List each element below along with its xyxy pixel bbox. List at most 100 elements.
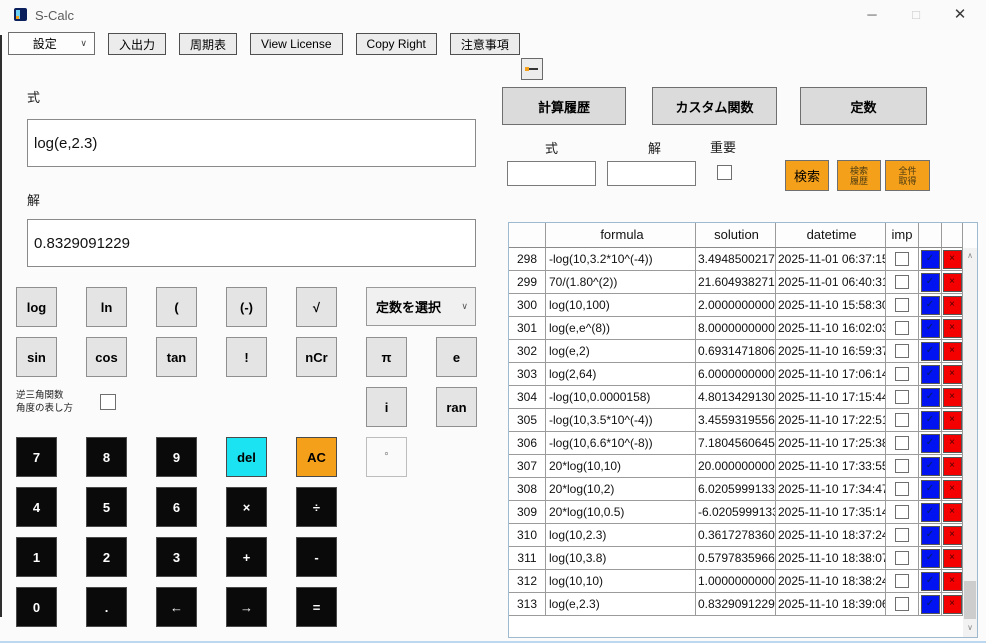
important-checkbox[interactable] [895, 298, 909, 312]
row-delete-button[interactable]: × [942, 571, 962, 591]
ran-button[interactable]: ran [436, 387, 477, 427]
important-checkbox[interactable] [895, 390, 909, 404]
row-delete-button[interactable]: × [942, 272, 962, 292]
row-check-button[interactable]: ✓ [920, 272, 940, 292]
row-check-button[interactable]: ✓ [920, 341, 940, 361]
search-important-checkbox[interactable] [717, 165, 732, 180]
key-0[interactable]: 0 [16, 587, 57, 627]
key-divide[interactable]: ÷ [296, 487, 337, 527]
key-plus[interactable]: + [226, 537, 267, 577]
row-delete-button[interactable]: × [942, 318, 962, 338]
row-delete-button[interactable]: × [942, 341, 962, 361]
key-6[interactable]: 6 [156, 487, 197, 527]
row-delete-button[interactable]: × [942, 433, 962, 453]
important-checkbox[interactable] [895, 574, 909, 588]
row-delete-button[interactable]: × [942, 525, 962, 545]
key-2[interactable]: 2 [86, 537, 127, 577]
key-dot[interactable]: . [86, 587, 127, 627]
key-equals[interactable]: = [296, 587, 337, 627]
important-checkbox[interactable] [895, 413, 909, 427]
important-checkbox[interactable] [895, 252, 909, 266]
row-check-button[interactable]: ✓ [920, 364, 940, 384]
key-8[interactable]: 8 [86, 437, 127, 477]
ln-button[interactable]: ln [86, 287, 127, 327]
minimize-icon[interactable]: ─ [856, 0, 888, 30]
key-1[interactable]: 1 [16, 537, 57, 577]
key-arrow-right[interactable]: → [226, 587, 267, 627]
important-checkbox[interactable] [895, 321, 909, 335]
row-check-button[interactable]: ✓ [920, 249, 940, 269]
cos-button[interactable]: cos [86, 337, 127, 377]
key-ac[interactable]: AC [296, 437, 337, 477]
formula-input[interactable]: log(e,2.3) [27, 119, 476, 167]
fetch-all-button[interactable]: 全件 取得 [885, 160, 930, 191]
key-multiply[interactable]: × [226, 487, 267, 527]
row-check-button[interactable]: ✓ [920, 433, 940, 453]
key-7[interactable]: 7 [16, 437, 57, 477]
row-check-button[interactable]: ✓ [920, 548, 940, 568]
key-9[interactable]: 9 [156, 437, 197, 477]
search-solution-input[interactable] [607, 161, 696, 186]
important-checkbox[interactable] [895, 275, 909, 289]
tab-constants[interactable]: 定数 [800, 87, 927, 125]
scroll-up-icon[interactable]: ∧ [963, 249, 977, 263]
search-button[interactable]: 検索 [785, 160, 829, 191]
close-icon[interactable]: ✕ [944, 0, 976, 30]
key-arrow-left[interactable]: ← [156, 587, 197, 627]
key-del[interactable]: del [226, 437, 267, 477]
periodic-table-button[interactable]: 周期表 [179, 33, 238, 55]
solution-output[interactable]: 0.8329091229 [27, 219, 476, 267]
important-checkbox[interactable] [895, 505, 909, 519]
row-delete-button[interactable]: × [942, 502, 962, 522]
key-3[interactable]: 3 [156, 537, 197, 577]
view-license-button[interactable]: View License [250, 33, 343, 55]
row-delete-button[interactable]: × [942, 249, 962, 269]
row-check-button[interactable]: ✓ [920, 295, 940, 315]
row-check-button[interactable]: ✓ [920, 318, 940, 338]
row-check-button[interactable]: ✓ [920, 456, 940, 476]
constant-select-dropdown[interactable]: 定数を選択 ∨ [366, 287, 476, 326]
vertical-scrollbar[interactable]: ∧ ∨ [963, 248, 977, 637]
pi-button[interactable]: π [366, 337, 407, 377]
row-delete-button[interactable]: × [942, 364, 962, 384]
paren-open-button[interactable]: ( [156, 287, 197, 327]
factorial-button[interactable]: ! [226, 337, 267, 377]
row-check-button[interactable]: ✓ [920, 525, 940, 545]
important-checkbox[interactable] [895, 482, 909, 496]
important-checkbox[interactable] [895, 436, 909, 450]
tab-custom-functions[interactable]: カスタム関数 [652, 87, 777, 125]
tan-button[interactable]: tan [156, 337, 197, 377]
key-4[interactable]: 4 [16, 487, 57, 527]
scroll-down-icon[interactable]: ∨ [963, 621, 977, 635]
row-check-button[interactable]: ✓ [920, 594, 940, 614]
row-check-button[interactable]: ✓ [920, 479, 940, 499]
degree-button[interactable]: ° [366, 437, 407, 477]
io-button[interactable]: 入出力 [108, 33, 167, 55]
log-button[interactable]: log [16, 287, 57, 327]
negate-button[interactable]: (-) [226, 287, 267, 327]
copy-right-button[interactable]: Copy Right [355, 33, 437, 55]
search-history-button[interactable]: 検索 履歴 [837, 160, 881, 191]
inverse-trig-checkbox[interactable] [100, 394, 116, 410]
row-delete-button[interactable]: × [942, 594, 962, 614]
sin-button[interactable]: sin [16, 337, 57, 377]
row-delete-button[interactable]: × [942, 548, 962, 568]
scrollbar-thumb[interactable] [964, 581, 976, 619]
row-delete-button[interactable]: × [942, 410, 962, 430]
important-checkbox[interactable] [895, 459, 909, 473]
key-5[interactable]: 5 [86, 487, 127, 527]
search-formula-input[interactable] [507, 161, 596, 186]
row-check-button[interactable]: ✓ [920, 387, 940, 407]
important-checkbox[interactable] [895, 344, 909, 358]
ncr-button[interactable]: nCr [296, 337, 337, 377]
row-delete-button[interactable]: × [942, 479, 962, 499]
important-checkbox[interactable] [895, 597, 909, 611]
maximize-icon[interactable]: □ [900, 0, 932, 30]
row-check-button[interactable]: ✓ [920, 502, 940, 522]
important-checkbox[interactable] [895, 528, 909, 542]
important-checkbox[interactable] [895, 367, 909, 381]
settings-dropdown[interactable]: 設定 ∨ [8, 32, 95, 55]
row-check-button[interactable]: ✓ [920, 571, 940, 591]
row-delete-button[interactable]: × [942, 295, 962, 315]
important-checkbox[interactable] [895, 551, 909, 565]
